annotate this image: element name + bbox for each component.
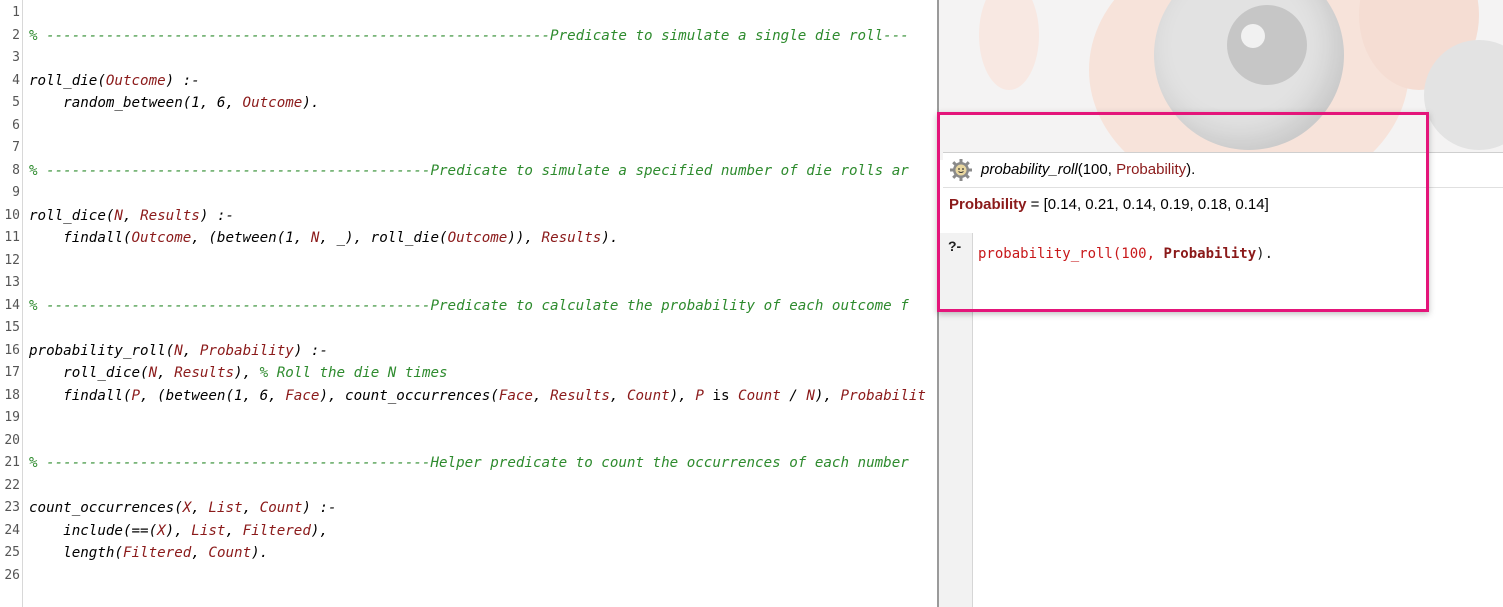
query-pane: probability_roll(100, Probability). Prob… — [937, 0, 1503, 607]
line-number: 22 — [4, 478, 20, 493]
line-number: 9 — [12, 185, 20, 200]
line-number: 18 — [4, 388, 20, 403]
line-number: 6 — [12, 118, 20, 133]
code-text: count_occurrences(X, List, Count) :- — [29, 500, 337, 516]
code-text: roll_dice(N, Results) :- — [29, 208, 235, 224]
line-number: 8 — [12, 163, 20, 178]
answer-panel: probability_roll(100, Probability). Prob… — [943, 152, 1503, 234]
line-number: 21 — [4, 455, 20, 470]
line-number: 25 — [4, 545, 20, 560]
code-text: roll_dice(N, Results), % Roll the die N … — [29, 365, 448, 381]
line-number: 14 — [4, 298, 20, 313]
line-number: 10 — [4, 208, 20, 223]
answer-query-text: probability_roll(100, Probability). — [981, 161, 1196, 178]
comment: % --------------------------------------… — [29, 298, 909, 314]
line-number: 26 — [4, 568, 20, 583]
comment: % --------------------------------------… — [29, 455, 909, 471]
line-number: 2 — [12, 28, 20, 43]
code-text: include(==(X), List, Filtered), — [29, 523, 328, 539]
code-text: roll_die(Outcome) :- — [29, 73, 200, 89]
query-input[interactable]: probability_roll(100, Probability). — [978, 246, 1273, 262]
line-number: 20 — [4, 433, 20, 448]
mascot-banner — [939, 0, 1503, 160]
code-text: probability_roll(N, Probability) :- — [29, 343, 328, 359]
prompt-gutter: ?- — [939, 233, 973, 607]
line-number: 15 — [4, 320, 20, 335]
answer-query-row[interactable]: probability_roll(100, Probability). — [943, 153, 1503, 188]
comment: % --------------------------------------… — [29, 28, 909, 44]
line-number: 5 — [12, 95, 20, 110]
line-number: 11 — [4, 230, 20, 245]
line-number: 23 — [4, 500, 20, 515]
line-number: 7 — [12, 140, 20, 155]
code-text: findall(Outcome, (between(1, N, _), roll… — [29, 230, 619, 246]
line-number: 3 — [12, 50, 20, 65]
query-prompt: ?- — [948, 238, 962, 254]
gear-icon[interactable] — [949, 158, 973, 182]
answer-binding: Probability = [0.14, 0.21, 0.14, 0.19, 0… — [949, 196, 1269, 213]
comment: % --------------------------------------… — [29, 163, 909, 179]
query-input-area[interactable]: ?- probability_roll(100, Probability). — [939, 233, 1503, 607]
line-number: 17 — [4, 365, 20, 380]
line-number: 1 — [12, 5, 20, 20]
line-number: 12 — [4, 253, 20, 268]
line-number: 24 — [4, 523, 20, 538]
line-number: 19 — [4, 410, 20, 425]
code-text: length(Filtered, Count). — [29, 545, 269, 561]
code-editor[interactable]: 1 2 % -----------------------------------… — [0, 0, 937, 607]
line-number: 16 — [4, 343, 20, 358]
line-number: 13 — [4, 275, 20, 290]
code-text: random_between(1, 6, Outcome). — [29, 95, 320, 111]
code-text: findall(P, (between(1, 6, Face), count_o… — [29, 388, 926, 404]
line-number: 4 — [12, 73, 20, 88]
